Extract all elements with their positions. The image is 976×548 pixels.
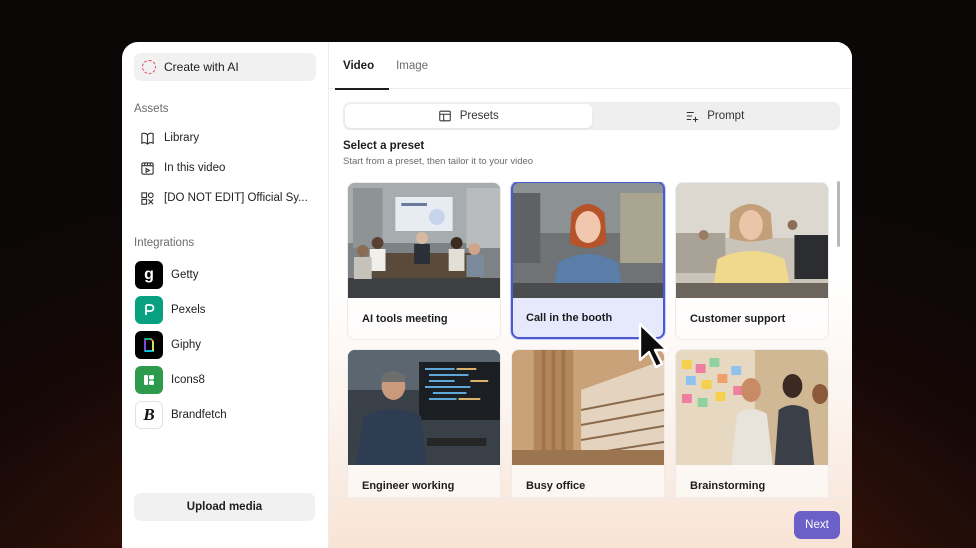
preset-thumbnail <box>676 183 828 298</box>
sidebar-item-label: Library <box>164 132 200 144</box>
preset-card-engineer-working[interactable]: Engineer working <box>347 349 501 497</box>
presets-label: Presets <box>459 110 499 122</box>
text-add-icon <box>686 111 699 123</box>
pexels-logo-icon <box>135 295 163 324</box>
book-icon <box>140 131 155 146</box>
preset-label: Busy office <box>526 480 586 492</box>
integration-getty[interactable]: g Getty <box>134 257 316 292</box>
giphy-logo-icon <box>135 330 163 359</box>
preset-thumbnail <box>676 350 828 465</box>
prompt-label: Prompt <box>707 110 745 122</box>
integration-label: Getty <box>171 268 199 281</box>
presets-toggle[interactable]: Presets <box>345 104 592 128</box>
sidebar-item-label: [DO NOT EDIT] Official Sy... <box>164 192 308 204</box>
dialog-footer: Next <box>329 498 852 548</box>
layout-grid-icon <box>438 110 451 122</box>
preset-grid: AI tools meeting Call in the booth Custo… <box>347 182 831 497</box>
assets-heading: Assets <box>134 103 169 115</box>
preset-thumbnail <box>348 350 500 465</box>
tab-image[interactable]: Image <box>396 42 428 89</box>
icons8-logo-icon <box>135 365 163 394</box>
integrations-heading: Integrations <box>134 237 195 249</box>
video-frame-icon <box>140 161 155 176</box>
preset-card-customer-support[interactable]: Customer support <box>675 182 829 340</box>
preset-thumbnail <box>348 183 500 298</box>
integration-label: Brandfetch <box>171 408 227 421</box>
create-with-ai-label: Create with AI <box>164 60 239 74</box>
prompt-toggle[interactable]: Prompt <box>592 104 839 128</box>
mode-segmented-control: Presets Prompt <box>343 102 840 130</box>
sidebar-item-library[interactable]: Library <box>134 123 316 153</box>
integration-brandfetch[interactable]: B Brandfetch <box>134 397 316 432</box>
preset-card-busy-office[interactable]: Busy office <box>511 349 665 497</box>
sidebar-item-brand-kit[interactable]: [DO NOT EDIT] Official Sy... <box>134 183 316 213</box>
getty-logo-icon: g <box>135 260 163 289</box>
ai-sparkle-icon <box>142 60 156 74</box>
brandfetch-logo-icon: B <box>135 400 163 429</box>
main-panel: Video Image Presets Prompt Select a pres… <box>329 42 852 548</box>
mouse-pointer-icon <box>638 322 669 369</box>
integration-pexels[interactable]: Pexels <box>134 292 316 327</box>
tab-video[interactable]: Video <box>334 42 390 90</box>
preset-card-ai-tools-meeting[interactable]: AI tools meeting <box>347 182 501 340</box>
media-type-tabs: Video Image <box>329 42 852 90</box>
sidebar-item-in-this-video[interactable]: In this video <box>134 153 316 183</box>
preset-label: Engineer working <box>362 480 455 492</box>
create-with-ai-button[interactable]: Create with AI <box>134 53 316 81</box>
upload-media-button[interactable]: Upload media <box>134 493 315 521</box>
preset-section-title: Select a preset <box>343 140 425 152</box>
integration-giphy[interactable]: Giphy <box>134 327 316 362</box>
create-with-ai-dialog: Create with AI Assets Library In this vi… <box>122 42 852 548</box>
brand-kit-icon <box>140 191 155 206</box>
preset-section-subtitle: Start from a preset, then tailor it to y… <box>343 156 534 167</box>
next-button[interactable]: Next <box>794 511 840 539</box>
integration-label: Giphy <box>171 338 202 351</box>
preset-card-call-in-the-booth[interactable]: Call in the booth <box>511 182 665 339</box>
preset-label: Customer support <box>690 313 786 325</box>
preset-label: AI tools meeting <box>362 313 448 325</box>
preset-card-brainstorming[interactable]: Brainstorming <box>675 349 829 497</box>
sidebar: Create with AI Assets Library In this vi… <box>122 42 329 548</box>
preset-label: Call in the booth <box>526 312 613 324</box>
integration-label: Icons8 <box>171 373 205 386</box>
sidebar-item-label: In this video <box>164 162 226 174</box>
preset-label: Brainstorming <box>690 480 766 492</box>
preset-grid-scrollbar[interactable] <box>837 181 840 247</box>
preset-thumbnail <box>513 183 663 298</box>
integration-icons8[interactable]: Icons8 <box>134 362 316 397</box>
integration-label: Pexels <box>171 303 206 316</box>
